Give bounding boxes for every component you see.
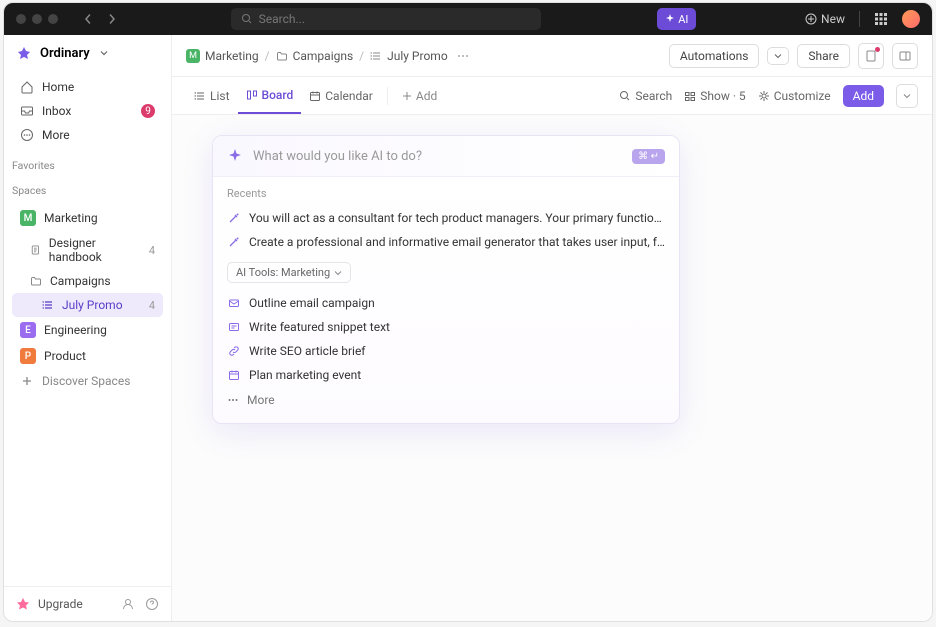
mail-icon	[227, 297, 241, 309]
view-tab-list[interactable]: List	[186, 77, 238, 114]
list-icon	[194, 90, 206, 102]
traffic-lights	[16, 14, 58, 24]
maximize-window[interactable]	[48, 14, 58, 24]
recent-item[interactable]: You will act as a consultant for tech pr…	[213, 206, 679, 230]
recents-label: Recents	[213, 177, 679, 206]
home-icon	[20, 80, 34, 94]
user-icon[interactable]	[121, 597, 135, 611]
folder-icon	[30, 275, 42, 287]
folder-icon	[276, 50, 288, 62]
add-more-button[interactable]	[896, 84, 918, 108]
sidebar-space-marketing[interactable]: M Marketing	[12, 205, 163, 231]
breadcrumb-bar: M Marketing / Campaigns / July Promo	[172, 35, 932, 77]
add-view-button[interactable]: Add	[394, 77, 445, 114]
spaces-label[interactable]: Spaces	[4, 176, 171, 201]
view-tab-calendar[interactable]: Calendar	[301, 77, 381, 114]
more-icon[interactable]	[456, 49, 470, 63]
ai-tools-selector[interactable]: AI Tools: Marketing	[227, 262, 351, 283]
upgrade-icon	[16, 597, 30, 611]
ai-tool-outline-email[interactable]: Outline email campaign	[213, 291, 679, 315]
crumb-folder[interactable]: Campaigns	[276, 49, 354, 63]
show-button[interactable]: Show · 5	[684, 89, 745, 103]
inbox-badge: 9	[141, 104, 155, 118]
nav-forward[interactable]	[102, 9, 122, 29]
add-button[interactable]: Add	[843, 85, 884, 107]
avatar[interactable]	[902, 10, 920, 28]
calendar-icon	[227, 369, 241, 381]
nav-arrows	[78, 9, 122, 29]
plus-icon	[20, 374, 34, 388]
sidebar-space-product[interactable]: P Product	[12, 343, 163, 369]
app-window: Search... AI New Ordinary	[3, 2, 933, 622]
favorites-label[interactable]: Favorites	[4, 151, 171, 176]
customize-button[interactable]: Customize	[758, 89, 831, 103]
calendar-icon	[309, 90, 321, 102]
crumb-list[interactable]: July Promo	[370, 49, 448, 63]
chevron-down-icon	[334, 269, 342, 277]
content-area: M Marketing / Campaigns / July Promo	[172, 35, 932, 621]
search-button[interactable]: Search	[619, 89, 672, 103]
new-button[interactable]: New	[805, 12, 845, 26]
gear-icon	[758, 90, 770, 102]
ai-tool-plan-event[interactable]: Plan marketing event	[213, 363, 679, 387]
sidebar-item-inbox[interactable]: Inbox 9	[12, 99, 163, 123]
panel-button[interactable]	[892, 43, 918, 69]
sidebar-item-home[interactable]: Home	[12, 75, 163, 99]
ai-panel: What would you like AI to do? ⌘ ↵ Recent…	[212, 135, 680, 424]
doc-icon	[30, 244, 41, 256]
view-tab-board[interactable]: Board	[238, 77, 302, 114]
minimize-window[interactable]	[32, 14, 42, 24]
notification-button[interactable]	[858, 43, 884, 69]
ai-input-row[interactable]: What would you like AI to do? ⌘ ↵	[213, 136, 679, 177]
list-icon	[370, 50, 382, 62]
sidebar: Ordinary Home Inbox 9 More	[4, 35, 172, 621]
help-icon[interactable]	[145, 597, 159, 611]
share-button[interactable]: Share	[797, 44, 850, 68]
more-icon	[20, 128, 34, 142]
upgrade-link[interactable]: Upgrade	[38, 597, 83, 611]
ai-tool-snippet[interactable]: Write featured snippet text	[213, 315, 679, 339]
ai-tool-seo[interactable]: Write SEO article brief	[213, 339, 679, 363]
link-icon	[227, 345, 241, 357]
notification-dot	[875, 47, 880, 52]
recent-item[interactable]: Create a professional and informative em…	[213, 230, 679, 254]
close-window[interactable]	[16, 14, 26, 24]
nav-back[interactable]	[78, 9, 98, 29]
ai-prompt-input[interactable]: What would you like AI to do?	[253, 149, 632, 164]
sidebar-item-more[interactable]: More	[12, 123, 163, 147]
sidebar-item-campaigns[interactable]: Campaigns	[12, 269, 163, 293]
inbox-icon	[20, 104, 34, 118]
search-placeholder: Search...	[259, 12, 305, 26]
crumb-space[interactable]: M Marketing	[186, 49, 259, 63]
sparkle-icon	[227, 148, 243, 164]
ai-more-button[interactable]: More	[213, 387, 679, 413]
search-input[interactable]: Search...	[231, 8, 541, 30]
space-icon: E	[20, 322, 36, 338]
dots-icon	[227, 394, 239, 406]
titlebar: Search... AI New	[4, 3, 932, 35]
show-icon	[684, 90, 696, 102]
sidebar-item-designer-handbook[interactable]: Designer handbook 4	[12, 231, 163, 269]
shortcut-badge: ⌘ ↵	[632, 149, 665, 164]
board-icon	[246, 89, 258, 101]
apps-icon[interactable]	[874, 12, 888, 26]
views-bar: List Board Calendar Add	[172, 77, 932, 115]
list-icon	[42, 299, 54, 311]
sidebar-item-july-promo[interactable]: July Promo 4	[12, 293, 163, 317]
plus-icon	[402, 91, 412, 101]
sidebar-space-engineering[interactable]: E Engineering	[12, 317, 163, 343]
search-icon	[619, 90, 631, 102]
sidebar-discover-spaces[interactable]: Discover Spaces	[12, 369, 163, 393]
space-icon: P	[20, 348, 36, 364]
space-icon: M	[20, 210, 36, 226]
wand-icon	[227, 212, 241, 224]
wand-icon	[227, 236, 241, 248]
board-canvas: What would you like AI to do? ⌘ ↵ Recent…	[172, 115, 932, 621]
workspace-selector[interactable]: Ordinary	[4, 35, 171, 71]
snippet-icon	[227, 321, 241, 333]
automations-dropdown[interactable]	[767, 47, 789, 65]
logo-icon	[16, 45, 32, 61]
automations-button[interactable]: Automations	[669, 44, 760, 68]
ai-button[interactable]: AI	[657, 8, 696, 30]
